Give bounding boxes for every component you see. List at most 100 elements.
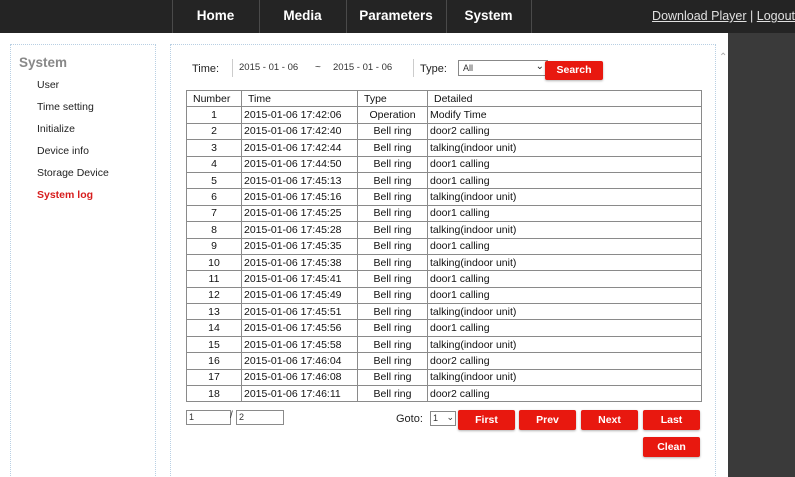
nav-media[interactable]: Media bbox=[259, 0, 346, 33]
sidebar-item-initialize[interactable]: Initialize bbox=[37, 123, 75, 135]
nav-parameters[interactable]: Parameters bbox=[346, 0, 446, 33]
cell-detailed: talking(indoor unit) bbox=[427, 253, 702, 272]
table-row: 10 2015-01-06 17:45:38 Bell ring talking(in… bbox=[186, 253, 702, 272]
total-pages-field: 2 bbox=[236, 410, 284, 425]
sidebar-item-storage-device[interactable]: Storage Device bbox=[37, 167, 109, 179]
cell-number: 3 bbox=[186, 139, 242, 157]
cell-type: Bell ring bbox=[357, 155, 428, 173]
cell-number: 15 bbox=[186, 335, 242, 354]
table-row: 7 2015-01-06 17:45:25 Bell ring door1 calli… bbox=[186, 204, 702, 223]
cell-number: 1 bbox=[186, 106, 242, 124]
sidebar-item-device-info[interactable]: Device info bbox=[37, 145, 89, 157]
cell-type: Bell ring bbox=[357, 204, 428, 223]
cell-number: 12 bbox=[186, 286, 242, 305]
cell-type: Bell ring bbox=[357, 286, 428, 305]
cell-time: 2015-01-06 17:42:06 bbox=[241, 106, 358, 124]
type-select[interactable]: All ⌄ bbox=[458, 60, 548, 76]
download-player-link[interactable]: Download Player bbox=[652, 9, 747, 23]
goto-select-value: 1 bbox=[433, 413, 439, 423]
cell-time: 2015-01-06 17:45:51 bbox=[241, 303, 358, 321]
cell-time: 2015-01-06 17:45:49 bbox=[241, 286, 358, 305]
cell-time: 2015-01-06 17:45:16 bbox=[241, 188, 358, 206]
cell-time: 2015-01-06 17:45:58 bbox=[241, 335, 358, 354]
table-row: 14 2015-01-06 17:45:56 Bell ring door1 call… bbox=[186, 319, 702, 337]
chevron-down-icon: ⌄ bbox=[446, 412, 454, 422]
cell-time: 2015-01-06 17:45:56 bbox=[241, 319, 358, 337]
cell-number: 16 bbox=[186, 352, 242, 370]
last-page-button[interactable]: Last bbox=[643, 410, 700, 430]
scroll-up-icon[interactable]: ⌃ bbox=[719, 52, 727, 63]
cell-number: 18 bbox=[186, 385, 242, 403]
table-row: 17 2015-01-06 17:46:08 Bell ring talking(in… bbox=[186, 368, 702, 387]
table-row: 6 2015-01-06 17:45:16 Bell ring talking(ind… bbox=[186, 188, 702, 206]
clean-button[interactable]: Clean bbox=[643, 437, 700, 457]
cell-type: Bell ring bbox=[357, 188, 428, 206]
cell-type: Bell ring bbox=[357, 335, 428, 354]
prev-page-button[interactable]: Prev bbox=[519, 410, 576, 430]
cell-detailed: talking(indoor unit) bbox=[427, 368, 702, 387]
cell-time: 2015-01-06 17:46:08 bbox=[241, 368, 358, 387]
table-row: 11 2015-01-06 17:45:41 Bell ring door1 call… bbox=[186, 270, 702, 288]
cell-detailed: door1 calling bbox=[427, 204, 702, 223]
cell-detailed: door1 calling bbox=[427, 155, 702, 173]
cell-time: 2015-01-06 17:45:38 bbox=[241, 253, 358, 272]
table-row: 16 2015-01-06 17:46:04 Bell ring door2 call… bbox=[186, 352, 702, 370]
sidebar-title: System bbox=[19, 55, 68, 70]
cell-type: Bell ring bbox=[357, 221, 428, 239]
cell-detailed: talking(indoor unit) bbox=[427, 335, 702, 354]
table-row: 3 2015-01-06 17:42:44 Bell ring talking(ind… bbox=[186, 139, 702, 157]
cell-detailed: door2 calling bbox=[427, 385, 702, 403]
nav-separator bbox=[531, 0, 532, 33]
cell-time: 2015-01-06 17:45:25 bbox=[241, 204, 358, 223]
cell-type: Bell ring bbox=[357, 385, 428, 403]
right-pane bbox=[728, 33, 795, 477]
cell-detailed: talking(indoor unit) bbox=[427, 188, 702, 206]
cell-type: Bell ring bbox=[357, 270, 428, 288]
nav-home[interactable]: Home bbox=[172, 0, 259, 33]
sidebar-item-user[interactable]: User bbox=[37, 79, 59, 91]
table-row: 15 2015-01-06 17:45:58 Bell ring talking(in… bbox=[186, 335, 702, 354]
cell-number: 9 bbox=[186, 237, 242, 255]
cell-number: 10 bbox=[186, 253, 242, 272]
cell-number: 11 bbox=[186, 270, 242, 288]
cell-time: 2015-01-06 17:45:41 bbox=[241, 270, 358, 288]
cell-detailed: door1 calling bbox=[427, 237, 702, 255]
search-button[interactable]: Search bbox=[545, 61, 603, 80]
cell-detailed: door1 calling bbox=[427, 286, 702, 305]
cell-time: 2015-01-06 17:45:35 bbox=[241, 237, 358, 255]
start-date-input[interactable]: 2015 - 01 - 06 bbox=[232, 59, 325, 77]
current-page-input[interactable]: 1 bbox=[186, 410, 231, 425]
nav-system[interactable]: System bbox=[446, 0, 531, 33]
sidebar-item-system-log[interactable]: System log bbox=[37, 189, 93, 201]
cell-detailed: door2 calling bbox=[427, 352, 702, 370]
cell-type: Bell ring bbox=[357, 171, 428, 190]
cell-time: 2015-01-06 17:42:40 bbox=[241, 122, 358, 141]
cell-detailed: Modify Time bbox=[427, 106, 702, 124]
cell-detailed: talking(indoor unit) bbox=[427, 139, 702, 157]
logout-link[interactable]: Logout bbox=[757, 9, 795, 23]
cell-number: 13 bbox=[186, 303, 242, 321]
cell-detailed: talking(indoor unit) bbox=[427, 221, 702, 239]
end-date-input[interactable]: 2015 - 01 - 06 bbox=[329, 59, 414, 77]
system-log-table: Number Time Type Detailed 1 2015-01-06 17… bbox=[186, 89, 702, 403]
top-links: Download Player | Logout bbox=[652, 0, 795, 33]
cell-type: Bell ring bbox=[357, 352, 428, 370]
header-time: Time bbox=[241, 89, 358, 108]
table-row: 4 2015-01-06 17:44:50 Bell ring door1 calli… bbox=[186, 155, 702, 173]
cell-type: Bell ring bbox=[357, 319, 428, 337]
first-page-button[interactable]: First bbox=[458, 410, 515, 430]
next-page-button[interactable]: Next bbox=[581, 410, 638, 430]
sidebar-item-time-setting[interactable]: Time setting bbox=[37, 101, 94, 113]
page-separator: / bbox=[230, 410, 233, 421]
goto-select[interactable]: 1 ⌄ bbox=[430, 411, 456, 426]
cell-time: 2015-01-06 17:46:11 bbox=[241, 385, 358, 403]
table-row: 9 2015-01-06 17:45:35 Bell ring door1 calli… bbox=[186, 237, 702, 255]
cell-detailed: door1 calling bbox=[427, 319, 702, 337]
cell-detailed: door1 calling bbox=[427, 270, 702, 288]
cell-type: Bell ring bbox=[357, 122, 428, 141]
cell-type: Bell ring bbox=[357, 368, 428, 387]
range-separator: ~ bbox=[315, 59, 325, 77]
top-navigation-bar: Home Media Parameters System Download Pl… bbox=[0, 0, 795, 33]
cell-number: 8 bbox=[186, 221, 242, 239]
header-type: Type bbox=[357, 89, 428, 108]
